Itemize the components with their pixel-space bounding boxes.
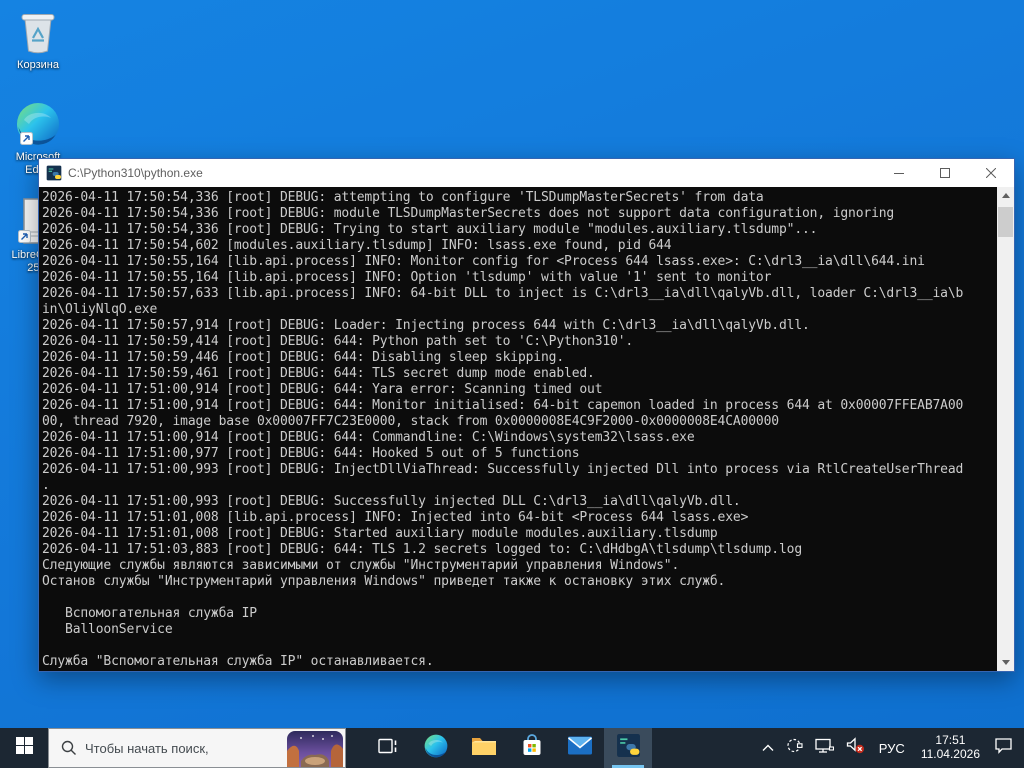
- taskbar-edge-button[interactable]: [412, 728, 460, 768]
- console-line: .: [42, 478, 50, 493]
- taskbar: Чтобы начать поиск, РУС 17:51 11.04.2026: [0, 728, 1024, 768]
- maximize-button[interactable]: [922, 159, 968, 187]
- volume-muted-icon: [846, 737, 865, 759]
- scroll-up-arrow-icon[interactable]: [997, 187, 1014, 204]
- chevron-up-icon: [762, 739, 774, 757]
- clock-time: 17:51: [935, 733, 966, 747]
- console-line: 2026-04-11 17:51:00,914 [root] DEBUG: 64…: [42, 430, 695, 445]
- console-line: 2026-04-11 17:50:54,602 [modules.auxilia…: [42, 238, 672, 253]
- console-line: Служба "Вспомогательная служба IP" остан…: [42, 654, 434, 669]
- clock[interactable]: 17:51 11.04.2026: [914, 728, 987, 768]
- console-line: Вспомогательная служба IP: [42, 606, 257, 621]
- console-line: 2026-04-11 17:50:55,164 [lib.api.process…: [42, 270, 772, 285]
- console-line: in\OliyNlqO.exe: [42, 302, 158, 317]
- hidden-icons-button[interactable]: [757, 728, 779, 768]
- console-line: 2026-04-11 17:50:57,633 [lib.api.process…: [42, 286, 964, 301]
- scroll-down-arrow-icon[interactable]: [997, 654, 1014, 671]
- console-window: C:\Python310\python.exe 2026-04-11 17:50…: [38, 158, 1015, 672]
- edge-icon: [14, 100, 62, 148]
- console-line: 2026-04-11 17:51:00,993 [root] DEBUG: In…: [42, 462, 964, 477]
- start-button[interactable]: [0, 728, 48, 768]
- console-line: 00, thread 7920, image base 0x00007FF7C2…: [42, 414, 779, 429]
- python-console-icon: [616, 733, 641, 763]
- console-line: 2026-04-11 17:50:57,914 [root] DEBUG: Lo…: [42, 318, 810, 333]
- taskbar-mail-button[interactable]: [556, 728, 604, 768]
- window-title: C:\Python310\python.exe: [68, 166, 203, 180]
- console-line: 2026-04-11 17:51:01,008 [lib.api.process…: [42, 510, 749, 525]
- console-line: Следующие службы являются зависимыми от …: [42, 558, 680, 573]
- recycle-bin-icon: [0, 8, 76, 56]
- search-highlight-image[interactable]: [287, 731, 343, 768]
- console-line: 2026-04-11 17:51:00,977 [root] DEBUG: 64…: [42, 446, 580, 461]
- volume-button[interactable]: [841, 728, 870, 768]
- network-button[interactable]: [810, 728, 839, 768]
- taskbar-file-explorer-button[interactable]: [460, 728, 508, 768]
- console-line: 2026-04-11 17:51:00,914 [root] DEBUG: 64…: [42, 382, 603, 397]
- shortcut-arrow-icon: [18, 230, 31, 248]
- system-tray: РУС 17:51 11.04.2026: [757, 728, 1024, 768]
- dashed-circle-icon: [786, 737, 803, 759]
- console-line: 2026-04-11 17:50:54,336 [root] DEBUG: mo…: [42, 206, 895, 221]
- file-explorer-icon: [471, 735, 497, 762]
- taskbar-python-console-button[interactable]: [604, 728, 652, 768]
- console-output[interactable]: 2026-04-11 17:50:54,336 [root] DEBUG: at…: [39, 187, 1014, 671]
- console-line: 2026-04-11 17:50:59,461 [root] DEBUG: 64…: [42, 366, 595, 381]
- clock-date: 11.04.2026: [920, 747, 980, 761]
- console-line: 2026-04-11 17:51:00,914 [root] DEBUG: 64…: [42, 398, 964, 413]
- console-line: 2026-04-11 17:50:59,414 [root] DEBUG: 64…: [42, 334, 634, 349]
- desktop-icon-recycle-bin[interactable]: Корзина: [0, 8, 76, 72]
- minimize-button[interactable]: [876, 159, 922, 187]
- language-indicator[interactable]: РУС: [872, 728, 912, 768]
- console-line: 2026-04-11 17:50:54,336 [root] DEBUG: at…: [42, 190, 764, 205]
- taskbar-store-button[interactable]: [508, 728, 556, 768]
- edge-icon: [423, 733, 449, 764]
- action-center-button[interactable]: [989, 728, 1018, 768]
- scrollbar-thumb[interactable]: [998, 207, 1013, 237]
- console-titlebar[interactable]: C:\Python310\python.exe: [39, 159, 1014, 187]
- console-line: 2026-04-11 17:50:54,336 [root] DEBUG: Tr…: [42, 222, 818, 237]
- tray-app-button[interactable]: [781, 728, 808, 768]
- windows-logo-icon: [15, 737, 33, 759]
- console-line: BalloonService: [42, 622, 173, 637]
- console-line: 2026-04-11 17:51:00,993 [root] DEBUG: Su…: [42, 494, 741, 509]
- shortcut-arrow-icon: [20, 132, 33, 150]
- search-icon: [61, 740, 77, 756]
- console-line: 2026-04-11 17:51:03,883 [root] DEBUG: 64…: [42, 542, 802, 557]
- close-button[interactable]: [968, 159, 1014, 187]
- search-input[interactable]: Чтобы начать поиск,: [48, 728, 346, 768]
- network-icon: [815, 738, 834, 759]
- desktop: Корзина Microsoft C:\Python310\python.ex…: [0, 0, 1024, 768]
- console-line: Останов службы "Инструментарий управлени…: [42, 574, 726, 589]
- console-line: 2026-04-11 17:50:55,164 [lib.api.process…: [42, 254, 925, 269]
- action-center-icon: [994, 737, 1013, 759]
- mail-icon: [567, 735, 593, 761]
- microsoft-store-icon: [520, 733, 544, 763]
- search-placeholder: Чтобы начать поиск,: [85, 740, 209, 756]
- task-view-button[interactable]: [364, 728, 412, 768]
- console-line: 2026-04-11 17:51:01,008 [root] DEBUG: St…: [42, 526, 718, 541]
- task-view-icon: [377, 737, 399, 760]
- python-console-icon: [46, 165, 62, 181]
- desktop-icon-label: Корзина: [17, 59, 59, 71]
- scrollbar[interactable]: [997, 187, 1014, 671]
- console-line: 2026-04-11 17:50:59,446 [root] DEBUG: 64…: [42, 350, 565, 365]
